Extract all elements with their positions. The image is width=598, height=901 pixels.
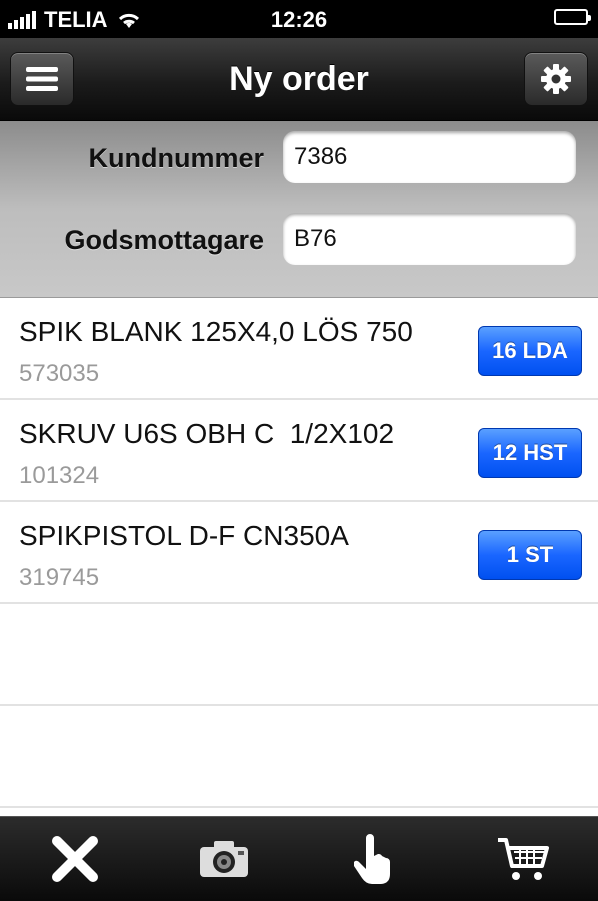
cancel-button[interactable] xyxy=(40,824,110,894)
settings-button[interactable] xyxy=(524,52,588,106)
list-item[interactable]: SKRUV U6S OBH C 1/2X102 101324 12 HST xyxy=(0,400,598,502)
godsmottagare-label: Godsmottagare xyxy=(64,225,264,255)
gear-icon xyxy=(541,64,571,94)
item-code: 319745 xyxy=(19,564,100,591)
item-name: SKRUV U6S OBH C 1/2X102 xyxy=(19,418,395,449)
empty-row xyxy=(0,706,598,808)
empty-row xyxy=(0,604,598,706)
clock: 12:26 xyxy=(270,7,328,32)
item-name: SPIKPISTOL D-F CN350A xyxy=(19,520,349,551)
camera-icon xyxy=(200,841,249,877)
navigation-bar: Ny order xyxy=(0,38,598,121)
item-code: 573035 xyxy=(19,360,100,387)
battery-icon xyxy=(554,9,591,25)
kundnummer-field[interactable]: 7386 xyxy=(283,131,576,183)
close-icon xyxy=(51,836,98,882)
godsmottagare-field[interactable]: B76 xyxy=(283,213,576,265)
quantity-badge[interactable]: 16 LDA xyxy=(478,326,582,376)
cart-button[interactable] xyxy=(488,824,558,894)
quantity-badge[interactable]: 12 HST xyxy=(478,428,582,478)
kundnummer-label: Kundnummer xyxy=(88,143,265,173)
cart-icon xyxy=(498,838,550,880)
camera-button[interactable] xyxy=(189,824,259,894)
list-item[interactable]: SPIK BLANK 125X4,0 LÖS 750 573035 16 LDA xyxy=(0,298,598,400)
order-form: Kundnummer 7386 Godsmottagare B76 xyxy=(0,121,598,298)
status-bar: TELIA 12:26 xyxy=(0,0,598,38)
tap-button[interactable] xyxy=(339,824,409,894)
order-items-list: SPIK BLANK 125X4,0 LÖS 750 573035 16 LDA… xyxy=(0,298,598,808)
list-item[interactable]: SPIKPISTOL D-F CN350A 319745 1 ST xyxy=(0,502,598,604)
bottom-toolbar xyxy=(0,816,598,901)
item-name: SPIK BLANK 125X4,0 LÖS 750 xyxy=(19,316,413,347)
touch-icon xyxy=(353,834,390,884)
item-code: 101324 xyxy=(19,462,100,489)
page-title: Ny order xyxy=(229,60,369,98)
quantity-badge[interactable]: 1 ST xyxy=(478,530,582,580)
